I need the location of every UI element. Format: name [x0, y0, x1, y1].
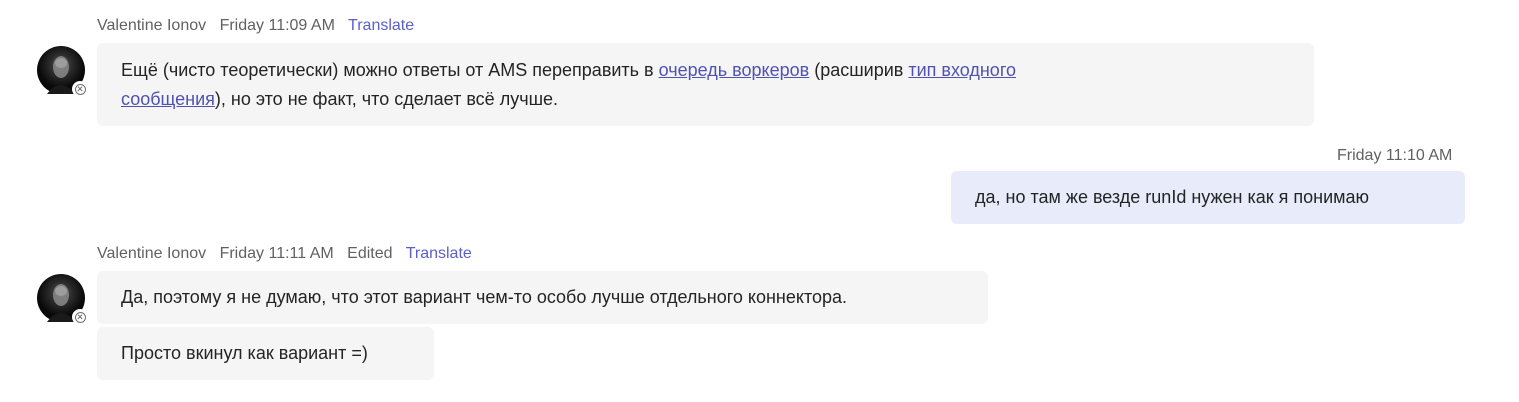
link-input-message-type[interactable]: тип входного	[908, 60, 1016, 80]
message-text: (расширив	[809, 60, 909, 80]
presence-offline-icon	[72, 81, 88, 97]
message-timestamp: Friday 11:11 AM	[219, 245, 334, 262]
message-header: Valentine Ionov Friday 11:09 AM Translat…	[97, 17, 423, 35]
link-input-message-type-cont[interactable]: сообщения	[121, 89, 215, 109]
translate-link[interactable]: Translate	[406, 245, 472, 262]
message-bubble[interactable]: Да, поэтому я не думаю, что этот вариант…	[97, 271, 988, 324]
edited-label: Edited	[347, 245, 393, 262]
author-name: Valentine Ionov	[97, 17, 207, 34]
message-header: Valentine Ionov Friday 11:11 AM Edited T…	[97, 245, 481, 263]
message-text: Да, поэтому я не думаю, что этот вариант…	[121, 287, 848, 307]
message-bubble[interactable]: Ещё (чисто теоретически) можно ответы от…	[97, 43, 1314, 126]
avatar[interactable]	[37, 274, 88, 325]
own-message-bubble[interactable]: да, но там же везде runId нужен как я по…	[951, 171, 1465, 224]
avatar[interactable]	[37, 46, 88, 97]
message-timestamp: Friday 11:09 AM	[219, 17, 335, 34]
message-text: Ещё (чисто теоретически) можно ответы от…	[121, 60, 659, 80]
message-text: ), но это не факт, что сделает всё лучше…	[214, 89, 559, 109]
chat-thread: Valentine Ionov Friday 11:09 AM Translat…	[0, 0, 1519, 402]
message-text: да, но там же везде runId нужен как я по…	[975, 187, 1370, 207]
author-name: Valentine Ionov	[97, 245, 207, 262]
presence-offline-icon	[72, 309, 88, 325]
message-bubble[interactable]: Просто вкинул как вариант =)	[97, 327, 434, 380]
link-worker-queue[interactable]: очередь воркеров	[659, 60, 810, 80]
message-text: Просто вкинул как вариант =)	[121, 343, 368, 363]
translate-link[interactable]: Translate	[348, 17, 414, 34]
message-timestamp: Friday 11:10 AM	[1337, 147, 1453, 164]
